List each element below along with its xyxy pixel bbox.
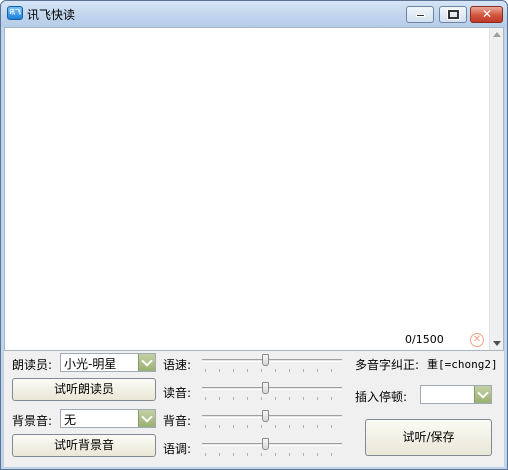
background-volume-slider[interactable]	[202, 409, 342, 428]
background-sound-select-value: 无	[64, 413, 77, 427]
preview-save-button[interactable]: 试听/保存	[365, 419, 492, 456]
slider-thumb[interactable]	[262, 410, 269, 422]
speed-label: 语速:	[163, 358, 192, 372]
chevron-down-icon[interactable]	[138, 354, 155, 371]
volume-slider[interactable]	[202, 381, 342, 400]
voice-select[interactable]: 小光-明星	[60, 353, 156, 372]
voice-label: 朗读员:	[12, 358, 53, 372]
polyphone-correction-example: 重[=chong2]	[427, 358, 498, 371]
minimize-icon	[416, 14, 425, 17]
maximize-button[interactable]	[439, 6, 467, 23]
close-button[interactable]: ✕	[470, 6, 503, 23]
vertical-scrollbar[interactable]	[489, 28, 503, 350]
slider-thumb[interactable]	[262, 438, 269, 450]
minimize-button[interactable]	[406, 6, 434, 23]
preview-background-button[interactable]: 试听背景音	[12, 434, 156, 457]
insert-pause-label: 插入停顿:	[355, 390, 408, 404]
window-title: 讯飞快读	[27, 8, 76, 22]
slider-track	[202, 387, 342, 390]
preview-voice-button[interactable]: 试听朗读员	[12, 378, 156, 401]
pitch-label: 语调:	[163, 442, 192, 456]
speed-slider[interactable]	[202, 353, 342, 372]
slider-track	[202, 359, 342, 362]
slider-ticks	[205, 453, 339, 456]
slider-thumb[interactable]	[262, 382, 269, 394]
character-counter: 0/1500	[405, 333, 444, 346]
volume-label: 读音:	[163, 386, 192, 400]
background-volume-label: 背音:	[163, 414, 192, 428]
scroll-up-arrow-icon[interactable]	[493, 32, 501, 37]
maximize-icon	[447, 9, 460, 20]
chevron-down-icon[interactable]	[474, 386, 491, 403]
client-area: 0/1500 ✕ 朗读员: 小光-明星 试听朗读员 背景音: 无 试听背景音 语…	[4, 27, 504, 467]
close-icon: ✕	[482, 7, 493, 21]
scroll-down-arrow-icon[interactable]	[493, 341, 501, 346]
slider-ticks	[205, 425, 339, 428]
clear-text-icon[interactable]: ✕	[470, 333, 484, 347]
text-input-area[interactable]: 0/1500 ✕	[4, 27, 504, 351]
pitch-slider[interactable]	[202, 437, 342, 456]
background-sound-select[interactable]: 无	[60, 409, 156, 428]
slider-ticks	[205, 397, 339, 400]
polyphone-correction-label: 多音字纠正:	[355, 358, 420, 372]
voice-select-value: 小光-明星	[64, 357, 117, 371]
slider-track	[202, 415, 342, 418]
slider-track	[202, 443, 342, 446]
main-window: 讯飞 讯飞快读 ✕ 0/1500 ✕ 朗读员: 小光-明星 试听朗读员 背景音:…	[0, 0, 508, 470]
title-bar[interactable]: 讯飞 讯飞快读 ✕	[1, 1, 507, 27]
slider-ticks	[205, 369, 339, 372]
background-sound-label: 背景音:	[12, 414, 53, 428]
chevron-down-icon[interactable]	[138, 410, 155, 427]
slider-thumb[interactable]	[262, 354, 269, 366]
insert-pause-select[interactable]	[420, 385, 492, 404]
app-icon: 讯飞	[7, 6, 23, 20]
